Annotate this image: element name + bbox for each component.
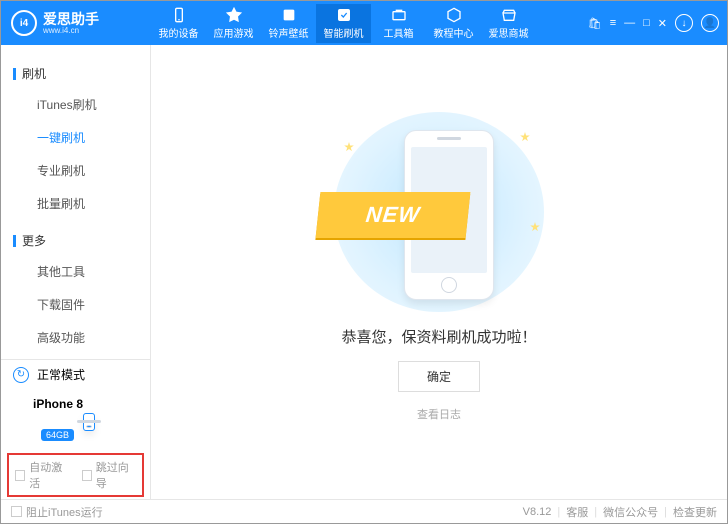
- topnav-icon: [446, 7, 462, 23]
- sidebar-list: 刷机iTunes刷机一键刷机专业刷机批量刷机更多其他工具下载固件高级功能: [1, 45, 150, 359]
- mode-row[interactable]: ↻ 正常模式: [1, 360, 150, 389]
- storage-badge: 64GB: [41, 429, 74, 441]
- topnav-label: 应用游戏: [214, 25, 254, 40]
- topnav-item-5[interactable]: 教程中心: [426, 4, 481, 43]
- phone-icon: [83, 413, 95, 431]
- user-icon[interactable]: 👤: [701, 14, 719, 32]
- brand-sub: www.i4.cn: [43, 26, 99, 35]
- main-panel: NEW 恭喜您，保资料刷机成功啦！ 确定 查看日志: [151, 45, 727, 499]
- ok-button[interactable]: 确定: [398, 361, 480, 392]
- wechat-link[interactable]: 微信公众号: [603, 504, 658, 520]
- body: 刷机iTunes刷机一键刷机专业刷机批量刷机更多其他工具下载固件高级功能 ↻ 正…: [1, 45, 727, 499]
- topnav-label: 铃声壁纸: [269, 25, 309, 40]
- spark-icon: [344, 142, 354, 152]
- topnav-icon: [391, 7, 407, 23]
- topnav-item-4[interactable]: 工具箱: [371, 4, 426, 43]
- sidebar-item[interactable]: iTunes刷机: [1, 88, 150, 121]
- sidebar-group-header: 更多: [1, 226, 150, 255]
- support-link[interactable]: 客服: [566, 504, 588, 520]
- topnav-icon: [336, 7, 352, 23]
- refresh-icon: ↻: [13, 367, 29, 383]
- topnav-item-3[interactable]: 智能刷机: [316, 4, 371, 43]
- accent-bar-icon: [13, 235, 16, 247]
- topnav-label: 爱思商城: [489, 25, 529, 40]
- highlighted-options: 自动激活 跳过向导: [7, 453, 144, 497]
- cart-icon[interactable]: 🛍: [588, 17, 602, 30]
- sidebar-item[interactable]: 专业刷机: [1, 154, 150, 187]
- footer-right: V8.12| 客服| 微信公众号| 检查更新: [523, 504, 717, 520]
- checkbox-icon: [82, 470, 92, 481]
- brand-logo-icon: i4: [11, 10, 37, 36]
- device-name: iPhone 8: [33, 397, 83, 411]
- topnav-label: 我的设备: [159, 25, 199, 40]
- sidebar: 刷机iTunes刷机一键刷机专业刷机批量刷机更多其他工具下载固件高级功能 ↻ 正…: [1, 45, 151, 499]
- topnav-item-2[interactable]: 铃声壁纸: [261, 4, 316, 43]
- version-label: V8.12: [523, 506, 552, 518]
- checkbox-auto-activate[interactable]: 自动激活: [15, 459, 70, 491]
- device-row[interactable]: iPhone 8 64GB: [1, 389, 150, 447]
- sidebar-item[interactable]: 其他工具: [1, 255, 150, 288]
- status-bar: 阻止iTunes运行 V8.12| 客服| 微信公众号| 检查更新: [1, 499, 727, 523]
- accent-bar-icon: [13, 68, 16, 80]
- maximize-button[interactable]: □: [643, 17, 650, 29]
- checkbox-skip-guide[interactable]: 跳过向导: [82, 459, 137, 491]
- download-icon[interactable]: ↓: [675, 14, 693, 32]
- sidebar-item[interactable]: 一键刷机: [1, 121, 150, 154]
- checkbox-block-itunes[interactable]: 阻止iTunes运行: [11, 504, 103, 520]
- sidebar-item[interactable]: 批量刷机: [1, 187, 150, 220]
- spark-icon: [520, 132, 530, 142]
- brand-name: 爱思助手: [43, 12, 99, 26]
- checkbox-icon: [11, 506, 22, 517]
- topnav-item-1[interactable]: 应用游戏: [206, 4, 261, 43]
- brand-block: i4 爱思助手 www.i4.cn: [1, 10, 151, 36]
- top-nav: 我的设备应用游戏铃声壁纸智能刷机 工具箱 教程中心爱思商城: [151, 4, 588, 43]
- topnav-label: 智能刷机: [324, 25, 364, 40]
- app-window: i4 爱思助手 www.i4.cn 我的设备应用游戏铃声壁纸智能刷机 工具箱 教程中…: [0, 0, 728, 524]
- success-illustration: NEW: [334, 112, 544, 312]
- success-message: 恭喜您，保资料刷机成功啦！: [341, 326, 536, 347]
- close-button[interactable]: ✕: [658, 17, 667, 30]
- update-link[interactable]: 检查更新: [673, 504, 717, 520]
- sidebar-item[interactable]: 下载固件: [1, 288, 150, 321]
- topnav-label: 工具箱: [384, 25, 414, 40]
- topnav-item-0[interactable]: 我的设备: [151, 4, 206, 43]
- sidebar-group-header: 刷机: [1, 59, 150, 88]
- minimize-button[interactable]: —: [624, 17, 635, 29]
- sidebar-bottom: ↻ 正常模式 iPhone 8 64GB 自动激活 跳过向导: [1, 359, 150, 499]
- topnav-icon: [226, 7, 242, 23]
- view-log-link[interactable]: 查看日志: [417, 406, 461, 422]
- menu-icon[interactable]: ≡: [610, 17, 616, 29]
- topnav-item-6[interactable]: 爱思商城: [481, 4, 536, 43]
- topnav-icon: [171, 7, 187, 23]
- checkbox-icon: [15, 470, 25, 481]
- title-bar: i4 爱思助手 www.i4.cn 我的设备应用游戏铃声壁纸智能刷机 工具箱 教程中…: [1, 1, 727, 45]
- topnav-icon: [281, 7, 297, 23]
- new-ribbon: NEW: [316, 192, 471, 238]
- topnav-icon: [501, 7, 517, 23]
- mode-label: 正常模式: [37, 366, 85, 383]
- topnav-label: 教程中心: [434, 25, 474, 40]
- window-controls: 🛍 ≡ — □ ✕ ↓ 👤: [588, 14, 727, 32]
- sidebar-item[interactable]: 高级功能: [1, 321, 150, 354]
